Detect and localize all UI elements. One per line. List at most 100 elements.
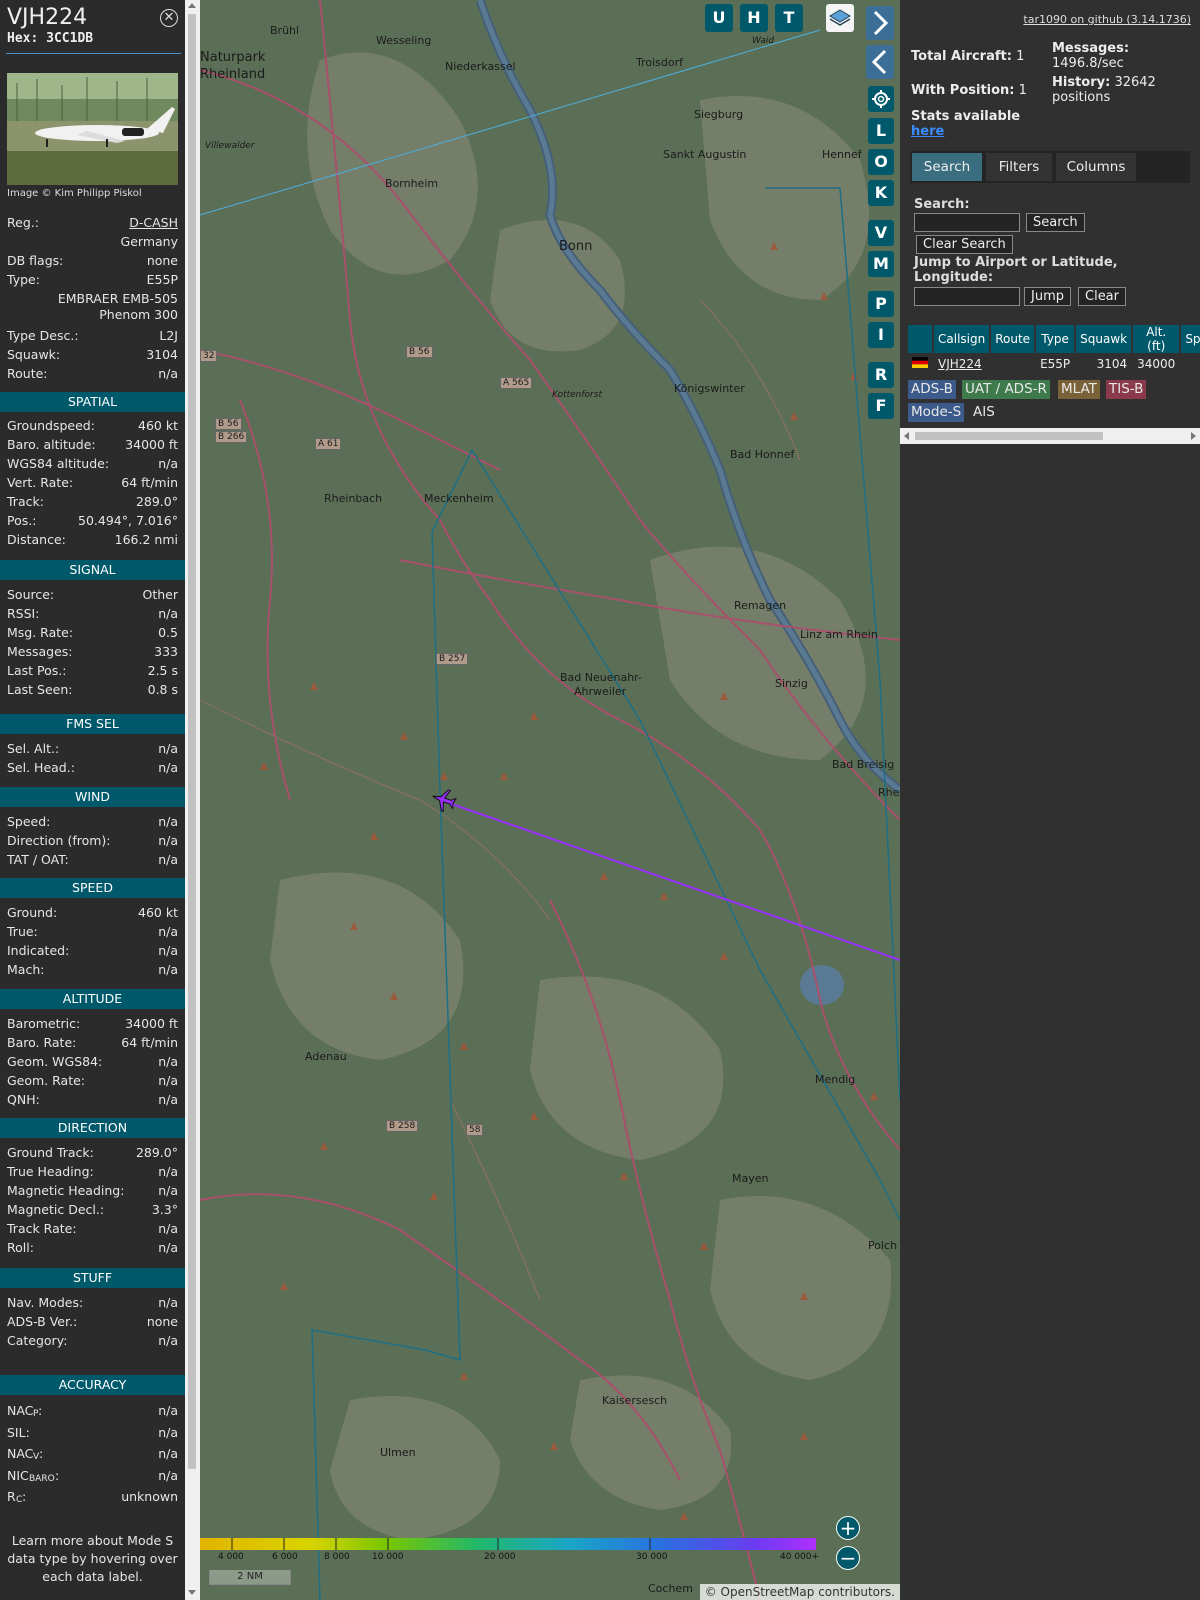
github-link[interactable]: tar1090 on github (3.14.1736) xyxy=(1023,13,1191,26)
info-label[interactable]: TAT / OAT: xyxy=(7,852,69,867)
column-speed[interactable]: Spd. xyxy=(1181,325,1200,353)
info-label[interactable]: NIC xyxy=(7,1468,29,1483)
search-input[interactable] xyxy=(914,213,1020,232)
info-label[interactable]: Last Pos.: xyxy=(7,663,66,678)
map-button-p[interactable]: P xyxy=(868,291,894,317)
info-label[interactable]: Geom. WGS84: xyxy=(7,1054,102,1069)
aircraft-photo[interactable] xyxy=(7,73,178,185)
info-label[interactable]: Track: xyxy=(7,494,44,509)
column-squawk[interactable]: Squawk xyxy=(1076,325,1132,353)
collapse-left-icon[interactable] xyxy=(866,45,894,79)
tab-filters[interactable]: Filters xyxy=(986,153,1052,181)
map-button-r[interactable]: R xyxy=(868,362,894,388)
source-mlat[interactable]: MLAT xyxy=(1058,380,1100,399)
aircraft-marker-icon[interactable] xyxy=(431,787,457,813)
column-altitude[interactable]: Alt. (ft) xyxy=(1133,325,1180,353)
row-callsign[interactable]: VJH224 xyxy=(938,357,982,371)
scroll-thumb[interactable] xyxy=(915,432,1103,440)
clear-button[interactable]: Clear xyxy=(1078,287,1126,306)
clear-search-button[interactable]: Clear Search xyxy=(916,235,1013,254)
zoom-in-button[interactable]: + xyxy=(836,1516,860,1540)
info-label[interactable]: R xyxy=(7,1489,16,1504)
map-button-t[interactable]: T xyxy=(775,4,803,32)
info-label[interactable]: SIL: xyxy=(7,1425,30,1440)
info-value: n/a xyxy=(158,1092,178,1107)
osm-link[interactable]: OpenStreetMap xyxy=(721,1585,815,1599)
info-label[interactable]: Barometric: xyxy=(7,1016,80,1031)
search-button[interactable]: Search xyxy=(1026,213,1085,232)
info-label[interactable]: Magnetic Decl.: xyxy=(7,1202,104,1217)
column-callsign[interactable]: Callsign xyxy=(934,325,990,353)
source-modes[interactable]: Mode-S xyxy=(908,403,965,422)
info-label[interactable]: Ground: xyxy=(7,905,57,920)
info-label[interactable]: True: xyxy=(7,924,38,939)
scroll-right-arrow-icon[interactable] xyxy=(1191,432,1196,440)
info-label[interactable]: RSSI: xyxy=(7,606,39,621)
stats-here-link[interactable]: here xyxy=(911,124,944,139)
map-button-h[interactable]: H xyxy=(740,4,768,32)
info-label[interactable]: Groundspeed: xyxy=(7,418,95,433)
info-label[interactable]: NAC xyxy=(7,1403,33,1418)
info-label[interactable]: ADS-B Ver.: xyxy=(7,1314,77,1329)
source-tisb[interactable]: TIS-B xyxy=(1106,380,1147,399)
panel-scrollbar[interactable] xyxy=(185,0,200,1600)
source-uat[interactable]: UAT / ADS-R xyxy=(962,380,1050,399)
jump-input[interactable] xyxy=(914,287,1020,306)
map-view[interactable]: Naturpark Rheinland Brühl Wesseling Nied… xyxy=(200,0,900,1600)
table-row[interactable]: VJH224 E55P 3104 34000 xyxy=(908,355,1200,373)
info-label[interactable]: Sel. Alt.: xyxy=(7,741,59,756)
info-label[interactable]: Roll: xyxy=(7,1240,34,1255)
map-button-l[interactable]: L xyxy=(868,118,894,144)
map-button-v[interactable]: V xyxy=(868,220,894,246)
info-label[interactable]: Speed: xyxy=(7,814,50,829)
info-label[interactable]: Baro. altitude: xyxy=(7,437,96,452)
map-button-m[interactable]: M xyxy=(868,251,894,277)
info-label[interactable]: Ground Track: xyxy=(7,1145,94,1160)
info-label[interactable]: True Heading: xyxy=(7,1164,94,1179)
info-label[interactable]: NAC xyxy=(7,1446,33,1461)
map-button-u[interactable]: U xyxy=(705,4,733,32)
info-label[interactable]: WGS84 altitude: xyxy=(7,456,109,471)
info-label[interactable]: Source: xyxy=(7,587,54,602)
info-label[interactable]: Sel. Head.: xyxy=(7,760,75,775)
map-button-k[interactable]: K xyxy=(868,180,894,206)
source-adsb[interactable]: ADS-B xyxy=(908,380,956,399)
map-button-i[interactable]: I xyxy=(868,322,894,348)
zoom-out-button[interactable]: − xyxy=(836,1546,860,1570)
map-button-f[interactable]: F xyxy=(868,393,894,419)
map-button-o[interactable]: O xyxy=(868,149,894,175)
info-label[interactable]: Last Seen: xyxy=(7,682,72,697)
jump-button[interactable]: Jump xyxy=(1024,287,1071,306)
info-label[interactable]: Track Rate: xyxy=(7,1221,77,1236)
info-label[interactable]: Vert. Rate: xyxy=(7,475,73,490)
scroll-down-arrow-icon[interactable] xyxy=(188,1590,196,1595)
info-label[interactable]: Pos.: xyxy=(7,513,36,528)
info-label[interactable]: Category: xyxy=(7,1333,67,1348)
source-ais[interactable]: AIS xyxy=(970,403,998,422)
scroll-up-arrow-icon[interactable] xyxy=(188,3,196,8)
expand-right-icon[interactable] xyxy=(866,6,894,40)
column-route[interactable]: Route xyxy=(991,325,1035,353)
info-label[interactable]: Indicated: xyxy=(7,943,69,958)
layers-icon[interactable] xyxy=(826,4,854,32)
info-label[interactable]: QNH: xyxy=(7,1092,40,1107)
table-horizontal-scrollbar[interactable] xyxy=(900,428,1200,444)
info-label[interactable]: Messages: xyxy=(7,644,73,659)
scroll-thumb[interactable] xyxy=(188,14,196,1469)
column-type[interactable]: Type xyxy=(1036,325,1075,353)
info-label[interactable]: Distance: xyxy=(7,532,66,547)
info-label[interactable]: Mach: xyxy=(7,962,44,977)
registration-link[interactable]: D-CASH xyxy=(129,215,178,230)
info-row: Pos.: 50.494°, 7.016° xyxy=(7,513,178,532)
info-label[interactable]: Nav. Modes: xyxy=(7,1295,83,1310)
info-label[interactable]: Msg. Rate: xyxy=(7,625,73,640)
info-label[interactable]: Direction (from): xyxy=(7,833,111,848)
close-icon[interactable]: ✕ xyxy=(160,9,178,27)
info-label[interactable]: Geom. Rate: xyxy=(7,1073,85,1088)
tab-columns[interactable]: Columns xyxy=(1056,153,1136,181)
tab-search[interactable]: Search xyxy=(912,153,982,181)
gear-icon[interactable] xyxy=(868,86,894,112)
info-label[interactable]: Magnetic Heading: xyxy=(7,1183,124,1198)
scroll-left-arrow-icon[interactable] xyxy=(904,432,909,440)
info-label[interactable]: Baro. Rate: xyxy=(7,1035,76,1050)
